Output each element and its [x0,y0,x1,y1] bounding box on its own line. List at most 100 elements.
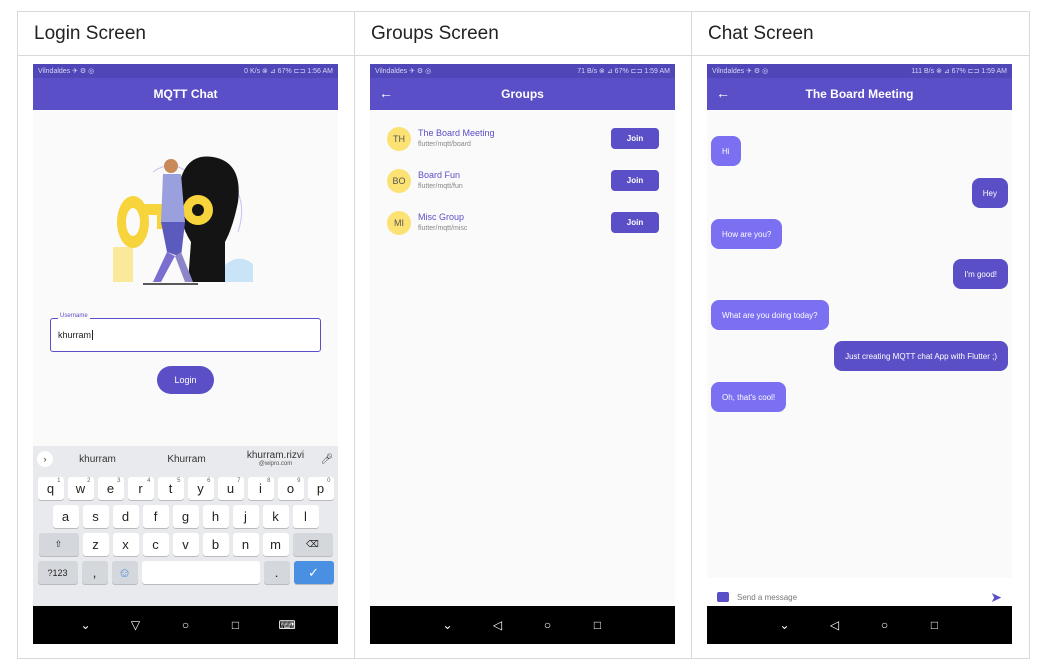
key[interactable]: g [172,505,199,528]
key[interactable]: k [262,505,289,528]
join-button[interactable]: Join [611,170,659,191]
status-right: 71 B/s ⊗ ⊿ 67% ⊏⊐ 1:59 AM [577,68,670,75]
key[interactable]: b [202,533,229,556]
key[interactable]: u7 [217,477,244,500]
period-key[interactable]: . [263,561,290,584]
app-bar: ← The Board Meeting [707,78,1012,110]
checkmark-icon[interactable]: ✓ [293,561,334,584]
login-phone: Vilndaldes ✈ ⚙ ◎ 0 K/s ⊗ ⊿ 67% ⊏⊐ 1:56 A… [33,64,338,644]
key-label: i [259,481,262,496]
message-bubble: Oh, that's cool! [711,382,787,412]
key[interactable]: y6 [187,477,214,500]
key[interactable]: s [82,505,109,528]
status-left: Vilndaldes ✈ ⚙ ◎ [375,68,432,75]
key[interactable]: t5 [157,477,184,500]
key[interactable]: n [232,533,259,556]
key[interactable]: a [52,505,79,528]
chevron-down-icon[interactable]: ⌄ [441,618,455,632]
key[interactable]: h [202,505,229,528]
mqtt-key-illustration [113,156,253,285]
recents-icon[interactable]: □ [229,618,243,632]
key[interactable]: z [82,533,109,556]
back-icon[interactable]: ◁ [828,618,842,632]
symbols-key[interactable]: ?123 [37,561,78,584]
key[interactable]: j [232,505,259,528]
suggestion-sub: @wipro.com [258,461,293,468]
key-hint: 7 [237,478,241,484]
chat-column-title: Chat Screen [692,12,1030,56]
app-title: Groups [501,87,544,101]
key[interactable]: c [142,533,169,556]
recents-icon[interactable]: □ [928,618,942,632]
username-value[interactable]: khurram [58,330,94,340]
key[interactable]: f [142,505,169,528]
login-column-title: Login Screen [18,12,354,56]
key[interactable]: o9 [277,477,304,500]
home-icon[interactable]: ○ [878,618,892,632]
suggestion-strip: › khurram Khurram khurram.rizvi @wipro.co… [33,446,338,472]
key[interactable]: m [262,533,289,556]
key[interactable]: q1 [37,477,64,500]
key[interactable]: w2 [67,477,94,500]
image-icon[interactable] [717,592,729,602]
key[interactable]: v [172,533,199,556]
group-item[interactable]: TH The Board Meeting flutter/mqtt/board … [387,122,659,156]
emoji-icon[interactable]: ☺ [111,561,138,584]
microphone-icon[interactable]: 🎤︎ [320,454,334,465]
suggestion-text: khurram.rizvi [246,450,305,462]
username-field[interactable]: Username khurram [50,313,321,352]
recents-icon[interactable]: □ [591,618,605,632]
suggestion[interactable]: Khurram [142,454,231,465]
back-arrow-icon[interactable]: ← [379,85,393,101]
chat-phone: Vilndaldes ✈ ⚙ ◎ 111 B/s ⊗ ⊿ 67% ⊏⊐ 1:59… [707,64,1012,644]
status-left: Vilndaldes ✈ ⚙ ◎ [712,68,769,75]
key-hint: 0 [327,478,331,484]
key-hint: 4 [147,478,151,484]
key-row-4: ?123 , ☺ . ✓ [33,561,338,584]
key[interactable]: l [292,505,319,528]
shift-icon[interactable]: ⇧ [38,533,79,556]
message-bubble: Hey [971,178,1008,208]
back-icon[interactable]: ◁ [491,618,505,632]
avatar: TH [387,127,411,151]
groups-column: Groups Screen Vilndaldes ✈ ⚙ ◎ 71 B/s ⊗ … [355,12,692,658]
suggestion[interactable]: khurram.rizvi @wipro.com [231,450,320,468]
key[interactable]: r4 [127,477,154,500]
message-bubble: What are you doing today? [711,300,829,330]
space-bar[interactable] [141,561,260,584]
key-hint: 9 [297,478,301,484]
message-bubble: Just creating MQTT chat App with Flutter… [834,341,1008,371]
chevron-down-icon[interactable]: ⌄ [778,618,792,632]
app-bar: MQTT Chat [33,78,338,110]
key[interactable]: p0 [307,477,334,500]
message-input[interactable]: Send a message [737,593,990,602]
suggestion[interactable]: khurram [53,454,142,465]
key-label: w [75,481,86,496]
key-hint: 8 [267,478,271,484]
send-icon[interactable]: ➤ [990,589,1002,606]
key[interactable]: i8 [247,477,274,500]
key-row-3: ⇧ z x c v b n m ⌫ [33,533,338,556]
backspace-icon[interactable]: ⌫ [292,533,333,556]
group-item[interactable]: BO Board Fun flutter/mqtt/fun Join [387,164,659,198]
comma-key[interactable]: , [81,561,108,584]
key[interactable]: e3 [97,477,124,500]
home-icon[interactable]: ○ [541,618,555,632]
join-button[interactable]: Join [611,212,659,233]
login-button[interactable]: Login [157,366,214,394]
key[interactable]: x [112,533,139,556]
group-name: Board Fun [418,170,461,180]
join-button[interactable]: Join [611,128,659,149]
key[interactable]: d [112,505,139,528]
message-bubble: I'm good! [953,259,1008,289]
key-label: u [226,481,235,496]
expand-icon[interactable]: › [37,451,53,467]
status-bar: Vilndaldes ✈ ⚙ ◎ 0 K/s ⊗ ⊿ 67% ⊏⊐ 1:56 A… [33,64,338,78]
keyboard-icon[interactable]: ⌨ [279,618,296,632]
chevron-down-icon[interactable]: ⌄ [79,618,93,632]
group-item[interactable]: MI Misc Group flutter/mqtt/misc Join [387,206,659,240]
home-icon[interactable]: ○ [179,618,193,632]
triangle-down-icon[interactable]: ▽ [129,618,143,632]
groups-column-title: Groups Screen [355,12,691,56]
back-arrow-icon[interactable]: ← [716,85,730,101]
